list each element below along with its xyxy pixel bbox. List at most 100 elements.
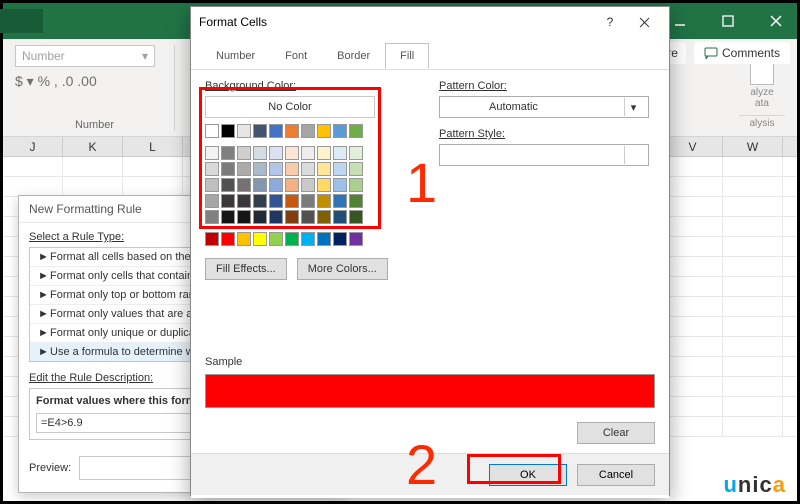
color-swatch[interactable] <box>317 146 331 160</box>
color-swatch[interactable] <box>301 124 315 138</box>
analyze-data-button[interactable]: alyze ata alysis <box>739 61 785 129</box>
cancel-button[interactable]: Cancel <box>577 464 655 486</box>
color-swatch[interactable] <box>237 232 251 246</box>
ribbon-number-group: Number ▾ $ ▾ % , .0 .00 Number <box>15 45 175 131</box>
number-format-dropdown[interactable]: Number ▾ <box>15 45 155 67</box>
color-swatch[interactable] <box>253 232 267 246</box>
chevron-down-icon: ▾ <box>624 146 642 164</box>
number-format-buttons[interactable]: $ ▾ % , .0 .00 <box>15 73 174 90</box>
color-swatch[interactable] <box>349 146 363 160</box>
color-swatch[interactable] <box>349 124 363 138</box>
color-swatch[interactable] <box>333 124 347 138</box>
color-swatch[interactable] <box>285 178 299 192</box>
dialog-close-button[interactable] <box>627 10 661 34</box>
color-swatch[interactable] <box>301 178 315 192</box>
color-swatch[interactable] <box>269 178 283 192</box>
color-swatch[interactable] <box>317 178 331 192</box>
search-input[interactable]: Search <box>0 9 43 33</box>
color-swatch[interactable] <box>349 210 363 224</box>
color-swatch[interactable] <box>285 210 299 224</box>
color-swatch[interactable] <box>221 162 235 176</box>
more-colors-button[interactable]: More Colors... <box>297 258 388 280</box>
color-swatch[interactable] <box>301 162 315 176</box>
tab-border[interactable]: Border <box>322 43 385 69</box>
comment-icon <box>704 47 718 59</box>
color-swatch[interactable] <box>285 232 299 246</box>
color-swatch[interactable] <box>253 194 267 208</box>
color-swatch[interactable] <box>221 194 235 208</box>
color-swatch[interactable] <box>237 124 251 138</box>
color-swatch[interactable] <box>333 194 347 208</box>
clear-button[interactable]: Clear <box>577 422 655 444</box>
color-swatch[interactable] <box>269 124 283 138</box>
fill-effects-button[interactable]: Fill Effects... <box>205 258 287 280</box>
color-swatch[interactable] <box>349 232 363 246</box>
color-swatch[interactable] <box>253 178 267 192</box>
color-swatch[interactable] <box>253 146 267 160</box>
color-swatch[interactable] <box>237 210 251 224</box>
tab-fill[interactable]: Fill <box>385 43 429 69</box>
color-swatch[interactable] <box>221 232 235 246</box>
color-swatch[interactable] <box>333 232 347 246</box>
tab-font[interactable]: Font <box>270 43 322 69</box>
fc-title: Format Cells <box>199 15 593 29</box>
color-swatch[interactable] <box>205 124 219 138</box>
help-button[interactable]: ? <box>593 10 627 34</box>
color-swatch[interactable] <box>317 210 331 224</box>
color-swatch[interactable] <box>333 178 347 192</box>
color-swatch[interactable] <box>205 210 219 224</box>
comments-button[interactable]: Comments <box>694 42 790 64</box>
color-swatch[interactable] <box>269 194 283 208</box>
close-button[interactable] <box>755 3 797 39</box>
color-swatch[interactable] <box>237 146 251 160</box>
tab-number[interactable]: Number <box>201 43 270 69</box>
color-swatch[interactable] <box>317 194 331 208</box>
annotation-number-1: 1 <box>406 150 437 215</box>
color-swatch[interactable] <box>269 162 283 176</box>
ok-button[interactable]: OK <box>489 464 567 486</box>
color-swatch[interactable] <box>221 210 235 224</box>
color-swatch[interactable] <box>301 194 315 208</box>
color-swatch[interactable] <box>285 162 299 176</box>
color-swatch[interactable] <box>285 194 299 208</box>
chevron-down-icon: ▾ <box>624 98 642 116</box>
maximize-button[interactable] <box>707 3 749 39</box>
color-swatch[interactable] <box>221 146 235 160</box>
color-swatch[interactable] <box>333 162 347 176</box>
no-color-button[interactable]: No Color <box>205 96 375 118</box>
color-swatch[interactable] <box>285 124 299 138</box>
color-swatch[interactable] <box>237 178 251 192</box>
color-swatch[interactable] <box>285 146 299 160</box>
color-swatch[interactable] <box>253 124 267 138</box>
color-swatch[interactable] <box>221 124 235 138</box>
color-swatch[interactable] <box>253 210 267 224</box>
color-swatch[interactable] <box>253 162 267 176</box>
brand-logo: unica <box>723 472 786 498</box>
color-swatch[interactable] <box>301 210 315 224</box>
color-swatch[interactable] <box>205 162 219 176</box>
color-swatch[interactable] <box>237 162 251 176</box>
preview-label: Preview: <box>29 462 71 474</box>
color-swatch[interactable] <box>205 178 219 192</box>
color-swatch[interactable] <box>269 210 283 224</box>
color-swatch[interactable] <box>237 194 251 208</box>
color-swatch[interactable] <box>205 232 219 246</box>
color-swatch[interactable] <box>221 178 235 192</box>
color-swatch[interactable] <box>205 146 219 160</box>
color-swatch[interactable] <box>333 146 347 160</box>
color-swatch[interactable] <box>349 162 363 176</box>
color-swatch[interactable] <box>349 178 363 192</box>
color-swatch[interactable] <box>269 232 283 246</box>
close-icon <box>639 17 650 28</box>
pattern-color-select[interactable]: Automatic ▾ <box>439 96 649 118</box>
color-swatch[interactable] <box>317 232 331 246</box>
pattern-style-select[interactable]: . ▾ <box>439 144 649 166</box>
color-swatch[interactable] <box>205 194 219 208</box>
color-swatch[interactable] <box>349 194 363 208</box>
color-swatch[interactable] <box>269 146 283 160</box>
color-swatch[interactable] <box>333 210 347 224</box>
color-swatch[interactable] <box>317 162 331 176</box>
color-swatch[interactable] <box>301 146 315 160</box>
color-swatch[interactable] <box>301 232 315 246</box>
color-swatch[interactable] <box>317 124 331 138</box>
